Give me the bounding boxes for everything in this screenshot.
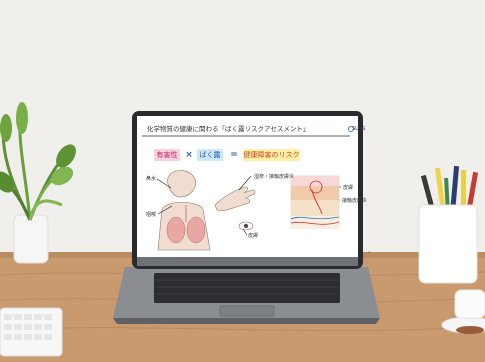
- hazard-label: 有害性: [154, 149, 180, 161]
- laptop-trackpad: [219, 305, 275, 317]
- label-photo-1: 皮膚: [343, 185, 354, 191]
- keyboard-icon: [0, 307, 63, 357]
- label-throat: 咽喉: [146, 212, 157, 218]
- logo-text: SUSS: [352, 126, 366, 132]
- desk-scene: [0, 0, 485, 362]
- eye-icon: [238, 221, 254, 231]
- exposure-label: ばく露: [197, 149, 223, 161]
- label-arm: 湿疹・接触皮膚炎: [254, 174, 295, 180]
- multiply-operator: ×: [185, 150, 193, 160]
- page-number: 4: [368, 250, 370, 254]
- laptop-keyboard: [154, 273, 340, 303]
- slide-title: 化学物質の健康に関わる「ばく露リスクアセスメント」: [147, 125, 310, 133]
- label-skin: 皮膚: [248, 233, 259, 239]
- skin-cross-section-image: [290, 175, 340, 229]
- risk-label: 健康障害のリスク: [243, 149, 300, 161]
- label-photo-2: 接触皮膚炎: [342, 198, 368, 204]
- equals-operator: =: [230, 150, 238, 160]
- label-nose: 鼻水: [146, 176, 157, 182]
